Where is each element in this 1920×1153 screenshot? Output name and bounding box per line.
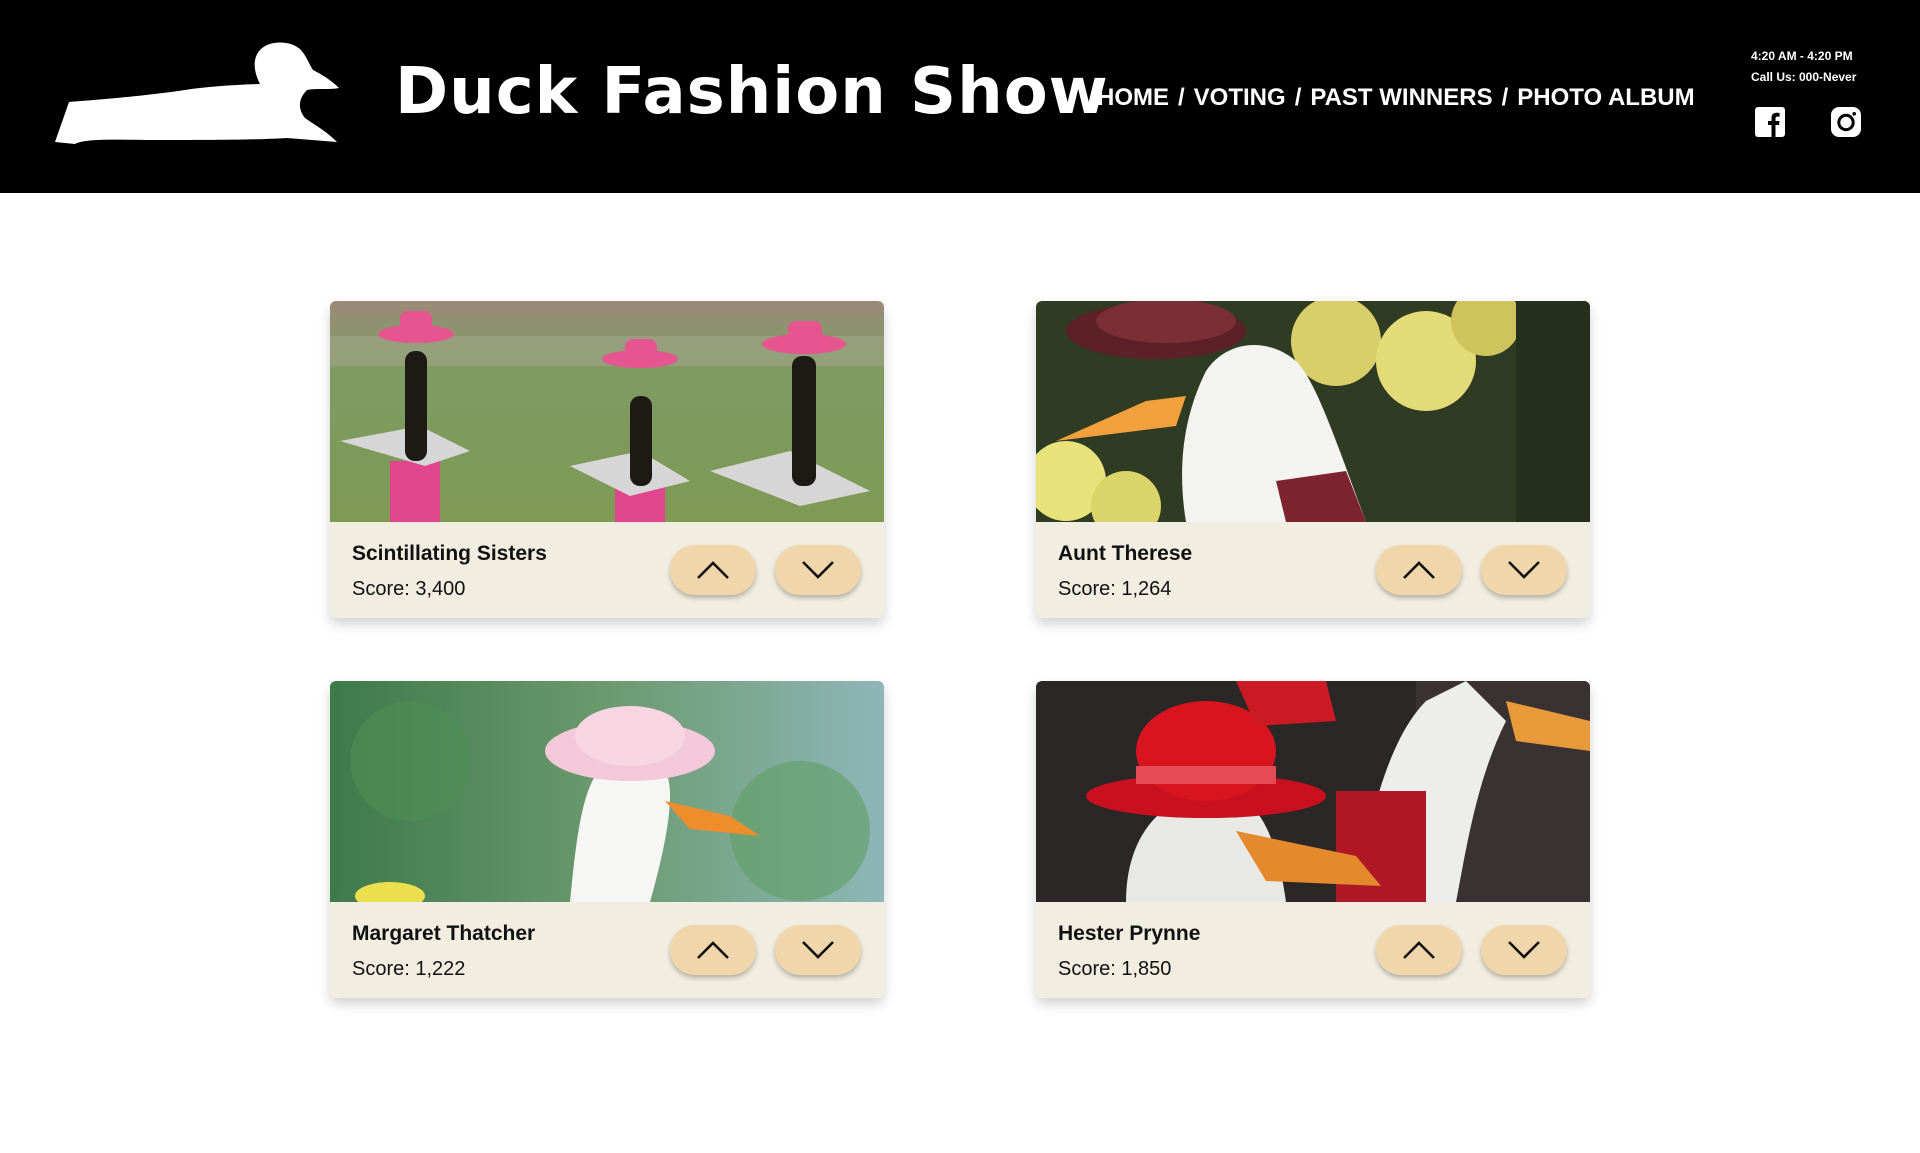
nav-separator: /: [1294, 84, 1302, 111]
contestant-score: Score: 3,400: [352, 578, 466, 600]
contestant-name: Aunt Therese: [1058, 542, 1193, 565]
chevron-up-icon: [1403, 561, 1435, 579]
chevron-down-icon: [802, 561, 834, 579]
downvote-button[interactable]: [775, 545, 861, 595]
contact-info: 4:20 AM - 4:20 PM Call Us: 000-Never: [1751, 46, 1856, 88]
hours-text: 4:20 AM - 4:20 PM: [1751, 49, 1853, 63]
upvote-button[interactable]: [1376, 925, 1462, 975]
contestant-info: Hester Prynne Score: 1,850: [1036, 902, 1590, 998]
upvote-button[interactable]: [1376, 545, 1462, 595]
duck-logo-icon[interactable]: [55, 40, 345, 144]
chevron-up-icon: [697, 941, 729, 959]
upvote-button[interactable]: [670, 925, 756, 975]
phone-text[interactable]: Call Us: 000-Never: [1751, 67, 1856, 88]
nav-home[interactable]: HOME: [1097, 80, 1169, 116]
chevron-down-icon: [1508, 941, 1540, 959]
instagram-icon[interactable]: [1830, 106, 1862, 138]
contestant-info: Aunt Therese Score: 1,264: [1036, 522, 1590, 618]
contestant-name: Margaret Thatcher: [352, 922, 536, 945]
contestant-score: Score: 1,264: [1058, 578, 1172, 600]
nav-past-winners[interactable]: PAST WINNERS: [1310, 80, 1492, 116]
chevron-down-icon: [802, 941, 834, 959]
chevron-up-icon: [1403, 941, 1435, 959]
contestant-card: Hester Prynne Score: 1,850: [1036, 681, 1590, 998]
contestant-photo: [330, 301, 884, 522]
chevron-down-icon: [1508, 561, 1540, 579]
contestant-photo: [330, 681, 884, 902]
chevron-up-icon: [697, 561, 729, 579]
contestant-photo: [1036, 301, 1590, 522]
contestant-info: Scintillating Sisters Score: 3,400: [330, 522, 884, 618]
nav-voting[interactable]: VOTING: [1194, 80, 1286, 116]
downvote-button[interactable]: [1481, 925, 1567, 975]
nav-photo-album[interactable]: PHOTO ALBUM: [1517, 80, 1694, 116]
contestant-info: Margaret Thatcher Score: 1,222: [330, 902, 884, 998]
contestant-photo: [1036, 681, 1590, 902]
contestant-name: Hester Prynne: [1058, 922, 1201, 945]
site-header: Duck Fashion Show HOME / VOTING / PAST W…: [0, 0, 1920, 193]
facebook-icon[interactable]: [1754, 106, 1786, 138]
downvote-button[interactable]: [775, 925, 861, 975]
site-title: Duck Fashion Show: [395, 55, 1109, 129]
nav-separator: /: [1501, 84, 1509, 111]
contestant-score: Score: 1,222: [352, 958, 466, 980]
downvote-button[interactable]: [1481, 545, 1567, 595]
contestant-card: Margaret Thatcher Score: 1,222: [330, 681, 884, 998]
contestant-score: Score: 1,850: [1058, 958, 1172, 980]
upvote-button[interactable]: [670, 545, 756, 595]
nav-separator: /: [1178, 84, 1185, 111]
contestant-card: Aunt Therese Score: 1,264: [1036, 301, 1590, 618]
contestant-name: Scintillating Sisters: [352, 542, 547, 565]
main-nav: HOME / VOTING / PAST WINNERS / PHOTO ALB…: [1097, 80, 1695, 116]
contestant-card: Scintillating Sisters Score: 3,400: [330, 301, 884, 618]
